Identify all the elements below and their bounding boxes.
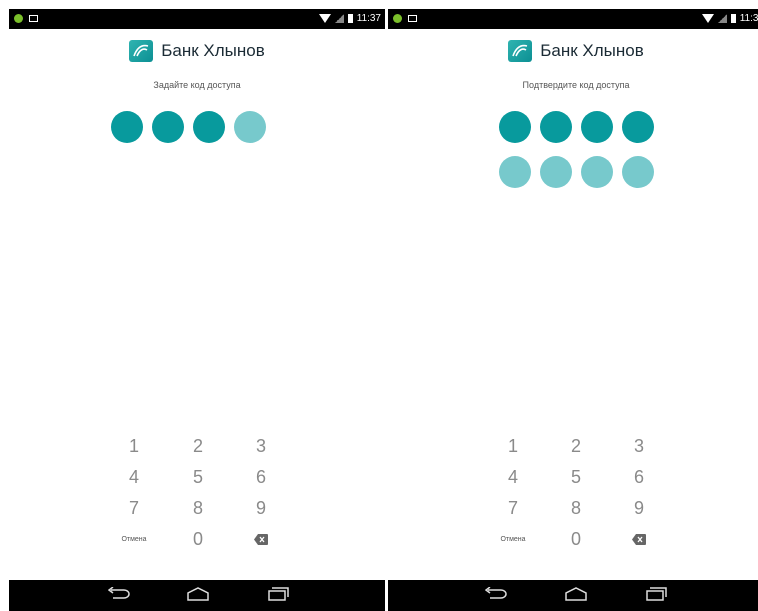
key-5[interactable]: 5	[556, 467, 596, 488]
key-7[interactable]: 7	[493, 498, 533, 519]
wifi-icon	[701, 14, 714, 23]
key-8[interactable]: 8	[556, 498, 596, 519]
back-icon[interactable]	[108, 587, 130, 601]
bank-brand: Банк Хлынов	[391, 40, 758, 62]
pin-indicator-confirm	[391, 156, 758, 188]
backspace-icon[interactable]	[632, 534, 646, 545]
key-1[interactable]: 1	[114, 436, 154, 457]
status-bar: 11:37	[9, 9, 385, 29]
pin-dot-filled	[192, 111, 225, 143]
key-2[interactable]: 2	[178, 436, 218, 457]
key-4[interactable]: 4	[114, 467, 154, 488]
key-3[interactable]: 3	[241, 436, 281, 457]
recents-icon[interactable]	[645, 587, 667, 601]
key-8[interactable]: 8	[178, 498, 218, 519]
recents-icon[interactable]	[267, 587, 289, 601]
cancel-button[interactable]: Отмена	[114, 536, 154, 543]
key-9[interactable]: 9	[619, 498, 659, 519]
pin-prompt: Задайте код доступа	[153, 80, 241, 90]
image-notification-icon	[408, 15, 417, 22]
key-6[interactable]: 6	[241, 467, 281, 488]
pin-prompt: Подтвердите код доступа	[522, 80, 630, 90]
status-time: 11:37	[356, 13, 381, 24]
key-7[interactable]: 7	[114, 498, 154, 519]
signal-icon	[334, 14, 344, 23]
pin-dot-empty	[539, 156, 572, 188]
status-time: 11:37	[739, 13, 758, 24]
notification-app-icon	[14, 14, 23, 23]
navigation-bar	[388, 580, 758, 611]
pin-dot-filled	[539, 111, 572, 143]
key-4[interactable]: 4	[493, 467, 533, 488]
key-5[interactable]: 5	[178, 467, 218, 488]
home-icon[interactable]	[564, 587, 588, 601]
pin-dot-empty	[498, 156, 531, 188]
home-icon[interactable]	[186, 587, 210, 601]
backspace-icon[interactable]	[254, 534, 268, 545]
battery-icon	[347, 14, 353, 23]
pin-dot-filled	[498, 111, 531, 143]
cancel-button[interactable]: Отмена	[493, 536, 533, 543]
bank-logo-icon	[129, 40, 154, 62]
signal-icon	[717, 14, 727, 23]
key-3[interactable]: 3	[619, 436, 659, 457]
pin-dot-filled	[151, 111, 184, 143]
key-9[interactable]: 9	[241, 498, 281, 519]
pin-indicator	[9, 111, 376, 143]
pin-dot-empty	[233, 111, 266, 143]
bank-brand: Банк Хлынов	[9, 40, 385, 62]
bank-logo-icon	[508, 40, 533, 62]
pin-dot-filled	[110, 111, 143, 143]
back-icon[interactable]	[485, 587, 507, 601]
bank-name: Банк Хлынов	[161, 41, 265, 60]
key-1[interactable]: 1	[493, 436, 533, 457]
key-6[interactable]: 6	[619, 467, 659, 488]
key-0[interactable]: 0	[178, 529, 218, 550]
notification-app-icon	[393, 14, 402, 23]
pin-dot-empty	[580, 156, 613, 188]
wifi-icon	[318, 14, 331, 23]
pin-dot-filled	[621, 111, 654, 143]
status-bar: 11:37	[388, 9, 758, 29]
confirm-pin-screen: 11:37 Банк Хлынов Подтвердите код доступ…	[388, 0, 758, 611]
key-2[interactable]: 2	[556, 436, 596, 457]
pin-dot-filled	[580, 111, 613, 143]
navigation-bar	[9, 580, 385, 611]
battery-icon	[730, 14, 736, 23]
pin-dot-empty	[621, 156, 654, 188]
image-notification-icon	[29, 15, 38, 22]
setup-pin-screen: 11:37 Банк Хлынов Задайте код доступа 1 …	[9, 0, 385, 611]
key-0[interactable]: 0	[556, 529, 596, 550]
bank-name: Банк Хлынов	[540, 41, 644, 60]
pin-indicator-first	[391, 111, 758, 143]
